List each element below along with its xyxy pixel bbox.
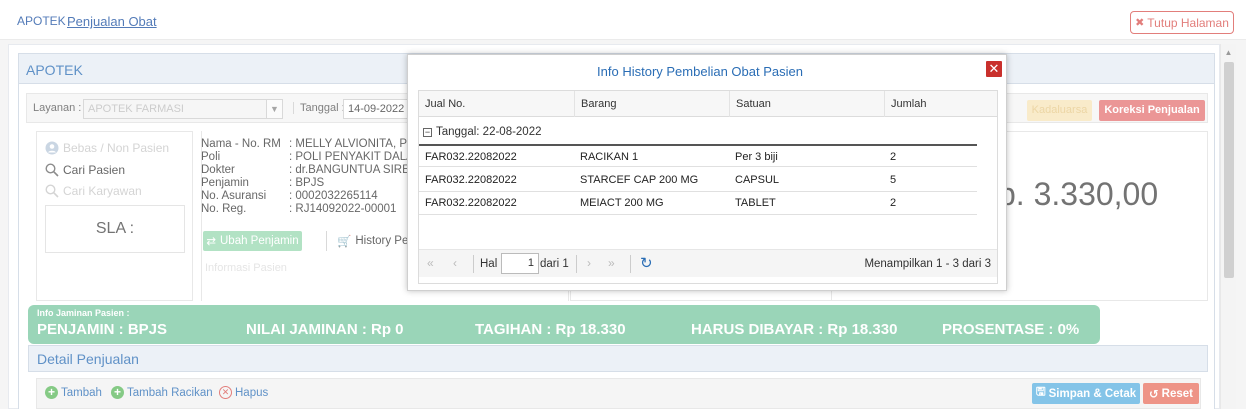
modal-title: Info History Pembelian Obat Pasien: [597, 64, 803, 79]
pager-info: Menampilkan 1 - 3 dari 3: [864, 258, 991, 270]
close-icon: ✕: [988, 61, 1000, 76]
group-label: Tanggal: 22-08-2022: [436, 126, 542, 138]
col-jual-no[interactable]: Jual No.: [419, 91, 571, 117]
col-barang[interactable]: Barang: [574, 91, 729, 117]
hal-label: Hal: [480, 258, 498, 270]
group-row[interactable]: − Tanggal: 22-08-2022: [423, 126, 542, 138]
grid-header: Jual No. Barang Satuan Jumlah: [419, 91, 997, 117]
table-row[interactable]: FAR032.22082022 MEIACT 200 MG TABLET 2: [419, 192, 977, 215]
table-row[interactable]: FAR032.22082022 STARCEF CAP 200 MG CAPSU…: [419, 169, 977, 192]
pager: « ‹ Hal 1 dari 1 › » ↻ Menampilkan 1 - 3…: [419, 249, 997, 277]
history-modal: Info History Pembelian Obat Pasien ✕ Jua…: [407, 54, 1007, 291]
last-page-icon[interactable]: »: [608, 256, 615, 270]
next-page-icon[interactable]: ›: [587, 256, 591, 270]
page-input[interactable]: 1: [501, 253, 539, 274]
refresh-icon[interactable]: ↻: [640, 254, 653, 272]
first-page-icon[interactable]: «: [427, 256, 434, 270]
dari-label: dari 1: [540, 258, 569, 270]
prev-page-icon[interactable]: ‹: [453, 256, 457, 270]
history-grid: Jual No. Barang Satuan Jumlah − Tanggal:…: [418, 90, 998, 284]
pager-separator: [473, 255, 474, 273]
col-jumlah[interactable]: Jumlah: [884, 91, 977, 117]
pager-separator: [576, 255, 577, 273]
modal-close-button[interactable]: ✕: [986, 61, 1002, 77]
collapse-icon[interactable]: −: [423, 127, 432, 137]
col-satuan[interactable]: Satuan: [729, 91, 884, 117]
table-row[interactable]: FAR032.22082022 RACIKAN 1 Per 3 biji 2: [419, 144, 977, 167]
pager-separator: [630, 255, 631, 273]
